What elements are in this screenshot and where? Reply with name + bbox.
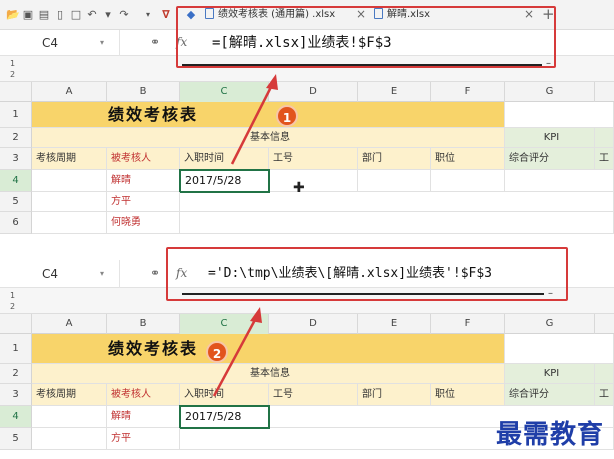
arrow-2 <box>212 307 262 397</box>
arrow-1 <box>230 74 278 165</box>
annotation-arrows <box>212 74 278 397</box>
watermark-logo: 最需教育 <box>496 420 605 450</box>
